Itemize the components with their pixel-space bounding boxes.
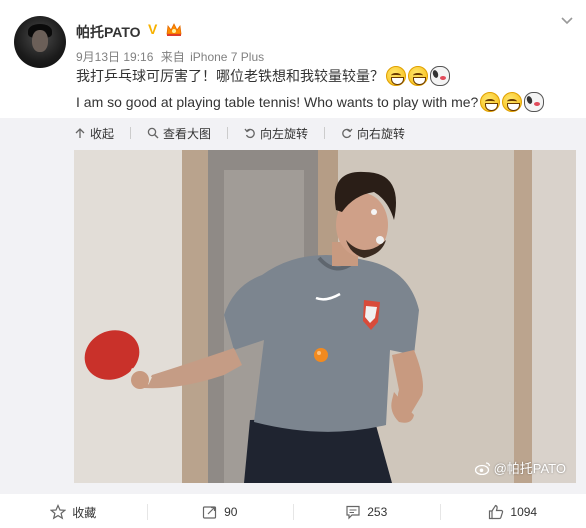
watermark-text: @帕托PATO xyxy=(493,461,566,476)
dog-emoji-icon xyxy=(430,66,450,86)
toolbar-divider xyxy=(227,127,229,139)
post-source-prefix: 来自 xyxy=(160,50,185,64)
chevron-down-icon[interactable] xyxy=(560,16,574,26)
avatar[interactable] xyxy=(14,16,66,68)
media-toolbar: 收起 查看大图 向左旋转 向右旋转 xyxy=(0,118,586,148)
comment-count: 253 xyxy=(367,505,388,519)
post-photo[interactable]: @帕托PATO xyxy=(74,150,576,483)
repost-count: 90 xyxy=(224,505,238,519)
post-actions-bar: 收藏 90 253 1094 xyxy=(0,496,586,528)
post-meta: 9月13日 19:16 来自 iPhone 7 Plus xyxy=(76,48,268,65)
username-link[interactable]: 帕托PATO xyxy=(76,22,141,42)
comment-icon xyxy=(346,505,360,520)
post-text-en: I am so good at playing table tennis! Wh… xyxy=(76,92,545,112)
star-icon xyxy=(50,504,67,520)
weibo-logo-icon xyxy=(474,461,490,475)
post-source-device-link[interactable]: iPhone 7 Plus xyxy=(190,50,264,64)
grin-emoji-icon xyxy=(502,92,523,112)
post-text-zh: 我打乒乓球可厉害了！哪位老铁想和我较量较量？ xyxy=(76,66,450,86)
media-panel: 收起 查看大图 向左旋转 向右旋转 @帕托PATO xyxy=(0,118,586,494)
grin-emoji-icon xyxy=(408,66,428,86)
member-crown-icon[interactable] xyxy=(166,22,182,37)
post-date-link[interactable]: 9月13日 19:16 xyxy=(76,50,153,64)
rotate-right-label: 向右旋转 xyxy=(357,126,406,141)
view-large-button[interactable]: 查看大图 xyxy=(147,125,229,142)
photo-watermark: @帕托PATO xyxy=(474,458,566,477)
rotate-right-button[interactable]: 向右旋转 xyxy=(341,125,405,142)
verified-icon[interactable]: V xyxy=(148,22,162,36)
rotate-left-icon xyxy=(244,128,255,139)
rotate-left-label: 向左旋转 xyxy=(260,126,309,141)
repost-icon xyxy=(202,506,217,519)
like-button[interactable]: 1094 xyxy=(439,496,586,528)
magnifier-icon xyxy=(147,127,159,139)
repost-button[interactable]: 90 xyxy=(146,496,294,528)
favorite-label: 收藏 xyxy=(72,505,97,520)
toolbar-divider xyxy=(324,127,326,139)
grin-emoji-icon xyxy=(386,66,406,86)
post-text-zh-content: 我打乒乓球可厉害了！哪位老铁想和我较量较量？ xyxy=(76,68,384,84)
toolbar-divider xyxy=(130,127,132,139)
collapse-label: 收起 xyxy=(90,126,115,141)
rotate-left-button[interactable]: 向左旋转 xyxy=(244,125,326,142)
comment-button[interactable]: 253 xyxy=(293,496,440,528)
table-tennis-photo-illustration xyxy=(74,150,576,483)
view-large-label: 查看大图 xyxy=(163,126,212,141)
weibo-post: 帕托PATO V 9月13日 19:16 来自 iPhone 7 Plus 我打… xyxy=(0,0,586,528)
rotate-right-icon xyxy=(342,128,353,139)
post-text-en-content: I am so good at playing table tennis! Wh… xyxy=(76,94,479,110)
thumbs-up-icon xyxy=(489,504,504,520)
like-count: 1094 xyxy=(510,505,538,519)
collapse-button[interactable]: 收起 xyxy=(74,125,132,142)
avatar-face xyxy=(32,30,48,52)
favorite-button[interactable]: 收藏 xyxy=(0,496,147,528)
dog-emoji-icon xyxy=(524,92,545,112)
grin-emoji-icon xyxy=(480,92,501,112)
collapse-up-icon xyxy=(75,128,85,138)
